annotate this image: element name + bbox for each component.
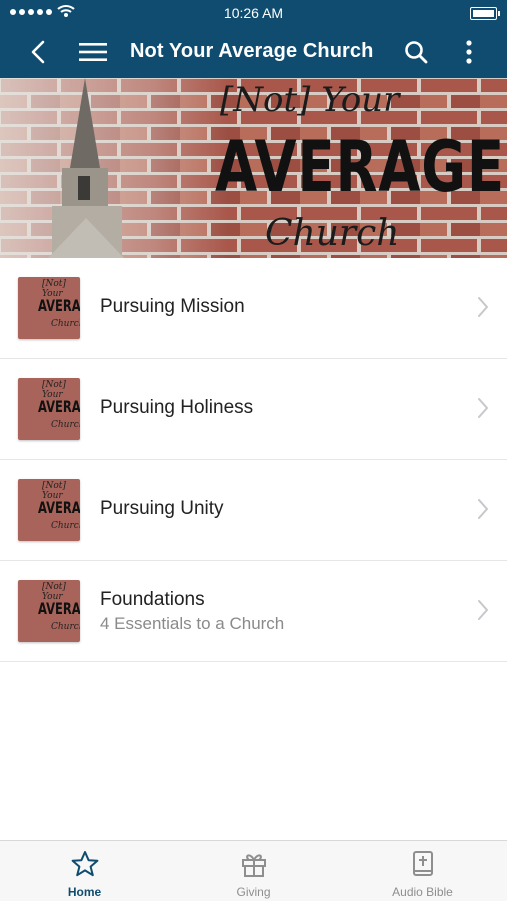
gift-icon: [241, 854, 266, 877]
search-button[interactable]: [400, 26, 432, 78]
tab-giving[interactable]: Giving: [169, 841, 338, 901]
tab-bar: Home Giving Audio Bible: [0, 840, 507, 901]
banner-subtitle: Church: [265, 213, 400, 254]
chevron-right-icon: [478, 398, 488, 418]
back-button[interactable]: [22, 26, 54, 78]
more-options-button[interactable]: [455, 26, 483, 78]
status-bar: 10:26 AM: [0, 0, 507, 26]
thumbnail-line-2: AVERAGE: [38, 599, 80, 618]
thumbnail-line-3: Church: [51, 319, 80, 329]
series-banner: [Not] Your AVERAGE Church: [0, 78, 507, 258]
tab-home[interactable]: Home: [0, 841, 169, 901]
tab-label: Home: [67, 885, 102, 899]
status-time: 10:26 AM: [223, 5, 284, 21]
series-thumbnail: [Not] Your AVERAGE Church: [18, 580, 80, 642]
series-list: [Not] Your AVERAGE Church Pursuing Missi…: [0, 258, 507, 662]
hamburger-menu-icon: [79, 43, 107, 61]
list-item[interactable]: [Not] Your AVERAGE Church Pursuing Missi…: [0, 258, 507, 359]
tab-label: Giving: [236, 885, 271, 899]
list-item-title: Pursuing Holiness: [100, 397, 254, 418]
chevron-left-icon: [31, 40, 45, 64]
banner-headline: AVERAGE: [215, 126, 505, 208]
list-item[interactable]: [Not] Your AVERAGE Church Pursuing Holin…: [0, 359, 507, 460]
more-vertical-icon: [466, 40, 472, 64]
tab-audio-bible[interactable]: Audio Bible: [338, 841, 507, 901]
list-item-subtitle: 4 Essentials to a Church: [100, 614, 285, 633]
thumbnail-line-3: Church: [51, 521, 80, 531]
tab-label: Audio Bible: [392, 885, 453, 899]
bible-icon: [412, 851, 433, 876]
list-item-title: Pursuing Mission: [100, 296, 245, 317]
chevron-right-icon: [478, 297, 488, 317]
navigation-bar: Not Your Average Church: [0, 26, 507, 78]
thumbnail-line-2: AVERAGE: [38, 498, 80, 517]
chevron-right-icon: [478, 600, 488, 620]
list-item-title: Pursuing Unity: [100, 498, 224, 519]
search-icon: [405, 41, 428, 64]
thumbnail-line-2: AVERAGE: [38, 397, 80, 416]
battery-icon: [470, 7, 500, 20]
menu-button[interactable]: [76, 26, 110, 78]
series-thumbnail: [Not] Your AVERAGE Church: [18, 479, 80, 541]
chevron-right-icon: [478, 499, 488, 519]
page-title: Not Your Average Church: [130, 40, 374, 62]
list-item[interactable]: [Not] Your AVERAGE Church Pursuing Unity: [0, 460, 507, 561]
list-item[interactable]: [Not] Your AVERAGE Church Foundations 4 …: [0, 561, 507, 662]
series-thumbnail: [Not] Your AVERAGE Church: [18, 378, 80, 440]
star-icon: [71, 851, 98, 877]
thumbnail-line-3: Church: [51, 622, 80, 632]
thumbnail-line-2: AVERAGE: [38, 296, 80, 315]
series-thumbnail: [Not] Your AVERAGE Church: [18, 277, 80, 339]
list-item-title: Foundations: [100, 589, 205, 610]
thumbnail-line-3: Church: [51, 420, 80, 430]
banner-tagline: [Not] Your: [220, 80, 400, 120]
